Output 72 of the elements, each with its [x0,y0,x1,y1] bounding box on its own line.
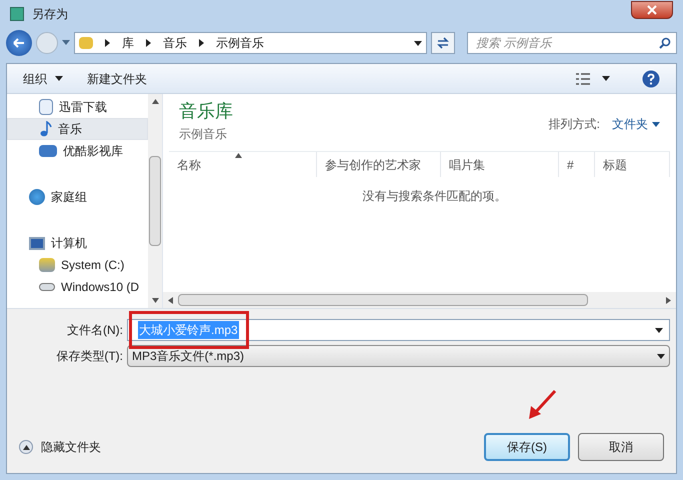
back-button[interactable] [6,30,32,56]
search-icon [659,37,671,49]
help-icon[interactable] [642,70,660,88]
scroll-up-icon [152,98,158,105]
close-button[interactable] [631,1,673,19]
sidebar-label: 迅雷下载 [59,99,107,116]
sidebar-item[interactable]: System (C:) [7,254,148,276]
empty-message: 没有与搜索条件匹配的项。 [362,188,506,205]
vertical-scrollbar[interactable] [148,94,162,308]
sidebar-label: 音乐 [58,121,82,138]
arrange-dropdown[interactable]: 文件夹 [612,115,660,133]
collapse-icon [19,440,33,454]
filename-label: 文件名(N): [66,322,124,339]
arrange-label: 排列方式: [548,116,600,133]
folder-icon [79,37,93,49]
dropdown-icon[interactable] [655,328,663,332]
filetype-label: 保存类型(T): [55,348,124,365]
sidebar-label: System (C:) [61,257,124,274]
horizontal-scrollbar[interactable] [163,292,676,308]
breadcrumb-item[interactable]: 库 [122,34,134,52]
music-note-icon [40,121,52,137]
search-field[interactable]: 搜索 示例音乐 [467,32,677,54]
column-header[interactable]: 参与创作的艺术家 [317,152,441,177]
sidebar-label: Windows10 (D [61,279,140,296]
computer-icon [29,236,45,250]
sidebar-label: 家庭组 [51,189,87,206]
hide-folders-button[interactable]: 隐藏文件夹 [19,438,101,456]
save-button[interactable]: 保存(S) [484,433,570,461]
scroll-right-icon [665,296,672,304]
window-title: 另存为 [32,6,68,23]
annotation-arrow [527,389,557,421]
chevron-right-icon [199,39,204,47]
scroll-down-icon [152,297,158,304]
view-list-icon[interactable] [576,72,590,84]
breadcrumb-item[interactable]: 音乐 [163,34,187,52]
scrollbar-thumb[interactable] [149,156,161,246]
filetype-dropdown[interactable]: MP3音乐文件(*.mp3) [127,345,670,367]
address-bar[interactable]: 库 音乐 示例音乐 [74,32,427,54]
refresh-icon [437,37,449,49]
new-folder-button[interactable]: 新建文件夹 [87,70,147,88]
caret-icon [652,122,660,126]
close-icon [647,5,657,15]
chevron-right-icon [105,39,110,47]
sidebar-item[interactable]: 优酷影视库 [7,140,148,162]
sidebar-label: 计算机 [51,235,87,252]
breadcrumb-item[interactable]: 示例音乐 [216,34,264,52]
organize-button[interactable]: 组织 [23,70,63,88]
filename-value: 大城小爱铃声.mp3 [138,321,239,339]
library-subtitle: 示例音乐 [179,126,228,143]
scroll-left-icon [167,296,174,304]
sort-indicator-icon [235,152,242,159]
refresh-button[interactable] [431,32,455,54]
caret-icon [55,76,63,81]
dropdown-icon [657,354,665,358]
app-icon [10,7,24,21]
cancel-button[interactable]: 取消 [578,433,664,461]
column-header[interactable]: 标题 [595,152,670,177]
column-header[interactable]: # [559,152,595,177]
scrollbar-thumb[interactable] [178,294,588,306]
sidebar-label: 优酷影视库 [63,143,123,160]
chevron-right-icon [146,39,151,47]
dropdown-icon[interactable] [414,40,422,46]
left-arrow-icon [13,38,25,48]
library-title: 音乐库 [179,100,233,123]
sidebar-item[interactable]: Windows10 (D [7,276,148,298]
caret-icon[interactable] [602,76,610,81]
column-header[interactable]: 唱片集 [441,152,559,177]
column-header[interactable]: 名称 [169,152,317,177]
sidebar-item[interactable]: 计算机 [7,232,148,254]
sidebar-item[interactable]: 音乐 [7,118,148,140]
sidebar-item[interactable]: 家庭组 [7,186,148,208]
sidebar-item[interactable]: 迅雷下载 [7,96,148,118]
